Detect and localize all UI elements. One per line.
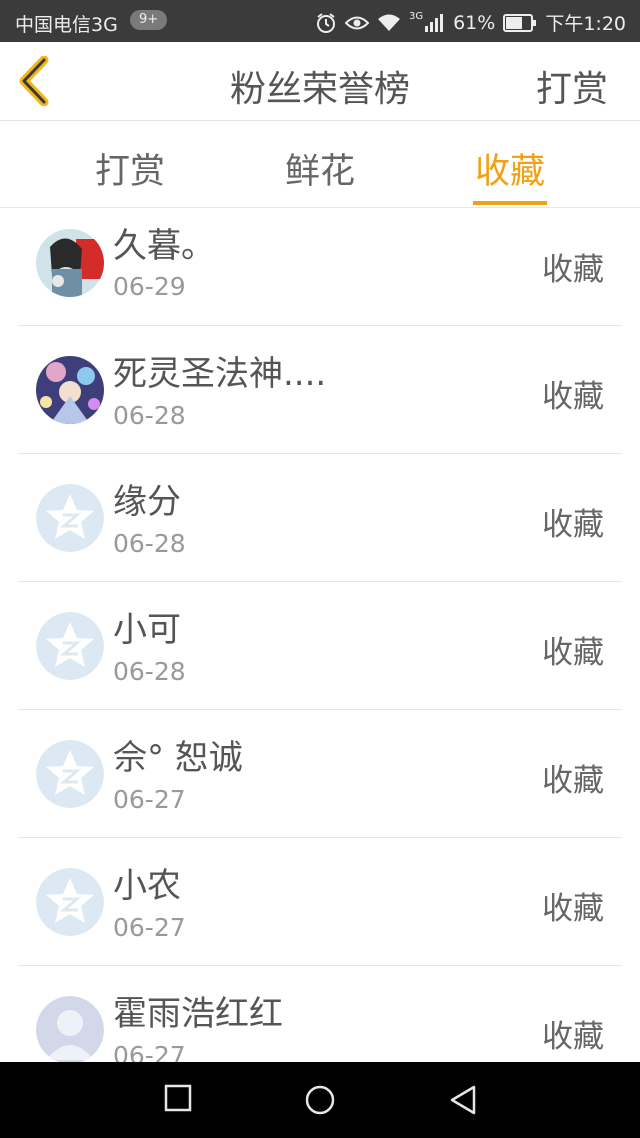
triangle-back-icon <box>450 1085 476 1115</box>
action-label: 收藏 <box>542 763 604 799</box>
tab-bar: 打赏 鲜花 收藏 <box>0 121 640 208</box>
avatar <box>36 356 104 424</box>
favorite-date: 06-29 <box>113 272 186 301</box>
list-item[interactable]: 小农 06-27 收藏 <box>0 838 640 966</box>
user-name: 霍雨浩红红 <box>113 994 283 1034</box>
favorite-date: 06-28 <box>113 657 186 686</box>
user-name: 死灵圣法神.... <box>113 354 327 394</box>
avatar <box>36 229 104 297</box>
wifi-icon <box>377 13 401 33</box>
action-label: 收藏 <box>542 635 604 671</box>
favorite-date: 06-27 <box>113 1041 186 1062</box>
tab-flowers[interactable]: 鲜花 <box>260 143 380 194</box>
status-bar: 中国电信3G 9+ 3G 61% 下午1:20 <box>0 0 640 42</box>
clock: 下午1:20 <box>545 13 626 35</box>
list-item[interactable]: 佘° 恕诚 06-27 收藏 <box>0 710 640 838</box>
back-nav-button[interactable] <box>448 1084 478 1120</box>
home-button[interactable] <box>304 1084 336 1120</box>
default-star-avatar-icon <box>36 612 104 680</box>
circle-icon <box>305 1085 335 1115</box>
carrier-label: 中国电信3G <box>15 14 118 36</box>
list-item[interactable]: 小可 06-28 收藏 <box>0 582 640 710</box>
network-type-label: 3G <box>408 11 424 22</box>
system-nav-bar <box>0 1062 640 1138</box>
list-item[interactable]: 霍雨浩红红 06-27 收藏 <box>0 966 640 1062</box>
notification-badge: 9+ <box>130 10 168 30</box>
action-label: 收藏 <box>542 891 604 927</box>
user-name: 久暮。 <box>113 226 215 266</box>
nav-bar: 粉丝荣誉榜 打赏 <box>0 42 640 121</box>
eye-comfort-icon <box>344 14 369 32</box>
active-tab-indicator <box>473 201 547 205</box>
fan-list[interactable]: 久暮。 06-29 收藏 死灵圣法神.... 06-28 收藏 缘分 06-28… <box>0 208 640 1062</box>
action-label: 收藏 <box>542 1019 604 1055</box>
action-label: 收藏 <box>542 507 604 543</box>
default-star-avatar-icon <box>36 740 104 808</box>
user-name: 小可 <box>113 610 181 650</box>
list-item[interactable]: 死灵圣法神.... 06-28 收藏 <box>0 326 640 454</box>
favorite-date: 06-27 <box>113 913 186 942</box>
user-name: 缘分 <box>113 482 181 522</box>
action-label: 收藏 <box>542 252 604 288</box>
alarm-icon <box>315 12 337 34</box>
recent-apps-button[interactable] <box>164 1084 192 1116</box>
favorite-date: 06-28 <box>113 529 186 558</box>
default-person-avatar-icon <box>36 996 104 1062</box>
battery-percent: 61% <box>453 11 496 34</box>
default-star-avatar-icon <box>36 484 104 552</box>
list-item[interactable]: 久暮。 06-29 收藏 <box>0 208 640 326</box>
list-item[interactable]: 缘分 06-28 收藏 <box>0 454 640 582</box>
default-star-avatar-icon <box>36 868 104 936</box>
user-name: 佘° 恕诚 <box>113 738 243 778</box>
tab-favorites[interactable]: 收藏 <box>450 143 570 194</box>
battery-icon <box>503 13 537 32</box>
favorite-date: 06-27 <box>113 785 186 814</box>
signal-icon <box>425 13 445 32</box>
tab-tip[interactable]: 打赏 <box>70 143 190 194</box>
tip-button[interactable]: 打赏 <box>536 60 608 112</box>
favorite-date: 06-28 <box>113 401 186 430</box>
square-icon <box>164 1084 192 1112</box>
user-name: 小农 <box>113 866 181 906</box>
action-label: 收藏 <box>542 379 604 415</box>
